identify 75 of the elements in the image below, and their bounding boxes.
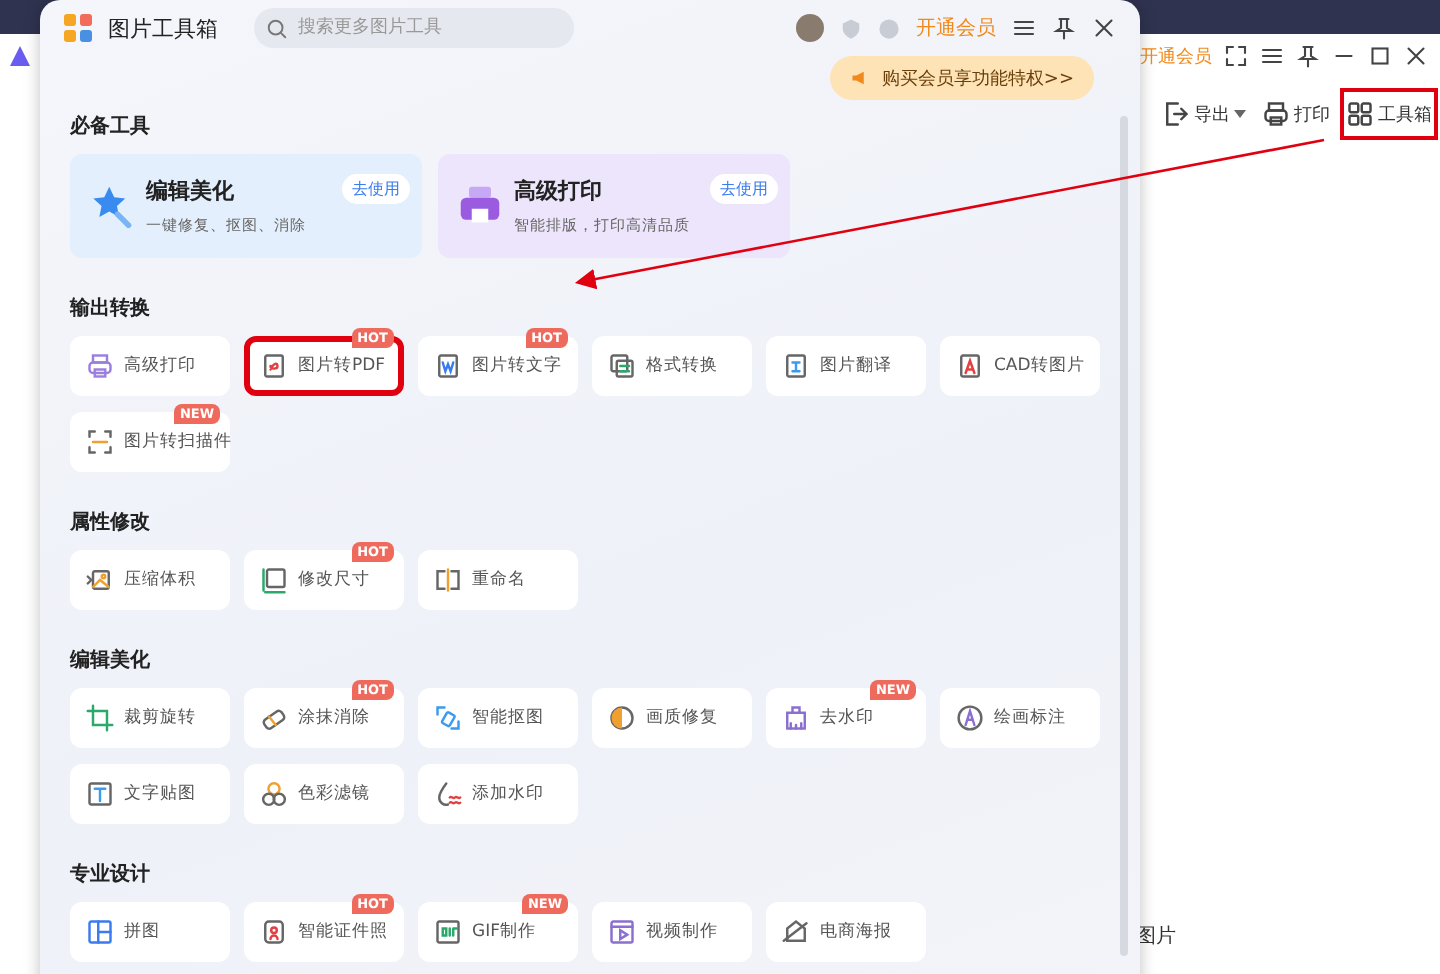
use-button[interactable]: 去使用 — [710, 174, 778, 204]
video-icon — [608, 918, 636, 946]
avatar[interactable] — [796, 14, 824, 42]
tool-tile[interactable]: 文字贴图 — [70, 764, 230, 824]
tool-tile[interactable]: 视频制作 — [592, 902, 752, 962]
convert-icon — [608, 352, 636, 380]
caret-icon — [1234, 108, 1246, 120]
tool-tile[interactable]: CAD转图片 — [940, 336, 1100, 396]
section-title: 属性修改 — [70, 509, 152, 536]
cad-file-icon — [956, 352, 984, 380]
menu-icon — [1260, 44, 1284, 68]
drop-wave-icon — [434, 780, 462, 808]
resize-icon — [260, 566, 288, 594]
tool-tile[interactable]: 压缩体积 — [70, 550, 230, 610]
search-icon — [266, 17, 288, 39]
tool-tile[interactable]: 裁剪旋转 — [70, 688, 230, 748]
coin-icon — [878, 17, 900, 39]
color-circles-icon — [260, 780, 288, 808]
tool-tile[interactable]: 重命名 — [418, 550, 578, 610]
close-icon — [1092, 16, 1116, 40]
tool-tile[interactable]: 添加水印 — [418, 764, 578, 824]
cutout-icon — [434, 704, 462, 732]
compress-image-icon — [86, 566, 114, 594]
printer-icon — [1262, 100, 1290, 128]
grid-icon — [1346, 100, 1374, 128]
feature-title: 编辑美化 — [146, 176, 236, 206]
half-circle-icon — [608, 704, 636, 732]
tool-tile[interactable]: 图片翻译 — [766, 336, 926, 396]
menu-icon — [1012, 16, 1036, 40]
use-button[interactable]: 去使用 — [342, 174, 410, 204]
pen-circle-icon — [956, 704, 984, 732]
section-title: 专业设计 — [70, 861, 152, 888]
section-title: 输出转换 — [70, 295, 152, 322]
pin-icon — [1052, 16, 1076, 40]
shield-icon — [840, 17, 862, 39]
printer-icon — [458, 184, 502, 228]
export-icon — [1162, 100, 1190, 128]
pdf-file-icon — [260, 352, 288, 380]
close-icon — [1404, 44, 1428, 68]
window-title: 图片工具箱 — [108, 13, 218, 43]
section-title: 必备工具 — [70, 113, 152, 140]
tool-tile[interactable]: 画质修复 — [592, 688, 752, 748]
tool-tile[interactable]: 色彩滤镜 — [244, 764, 404, 824]
toolbar-button[interactable]: 工具箱 — [1340, 88, 1438, 140]
id-photo-icon — [260, 918, 288, 946]
section-title: 编辑美化 — [70, 646, 152, 674]
crop-icon — [86, 704, 114, 732]
tool-tile[interactable]: 高级打印 — [70, 336, 230, 396]
search-field[interactable]: 搜索更多图片工具 — [254, 8, 574, 48]
tool-tile[interactable]: 拼图 — [70, 902, 230, 962]
app-logo-icon — [8, 44, 32, 68]
maximize-icon — [1368, 44, 1392, 68]
text-icon — [86, 780, 114, 808]
pin-icon — [1296, 44, 1320, 68]
app-logo-icon — [64, 14, 92, 42]
toolbar-button[interactable]: 导出 — [1156, 88, 1252, 140]
collage-icon — [86, 918, 114, 946]
bucket-icon — [782, 704, 810, 732]
tool-tile[interactable]: 电商海报 — [766, 902, 926, 962]
magic-wand-icon — [90, 184, 134, 228]
toolbar-button[interactable]: 打印 — [1256, 88, 1336, 140]
feature-title: 高级打印 — [514, 176, 604, 206]
scan-icon — [86, 428, 114, 456]
tool-tile[interactable]: 智能抠图 — [418, 688, 578, 748]
gif-icon — [434, 918, 462, 946]
printer-icon — [86, 352, 114, 380]
word-file-icon — [434, 352, 462, 380]
translate-icon — [782, 352, 810, 380]
tool-tile[interactable]: 格式转换 — [592, 336, 752, 396]
promo-banner[interactable]: 购买会员享功能特权>> — [829, 56, 1094, 100]
tool-tile[interactable]: 绘画标注 — [940, 688, 1100, 748]
rename-icon — [434, 566, 462, 594]
eraser-icon — [260, 704, 288, 732]
fullscreen-icon — [1224, 44, 1248, 68]
megaphone-icon — [849, 68, 870, 88]
